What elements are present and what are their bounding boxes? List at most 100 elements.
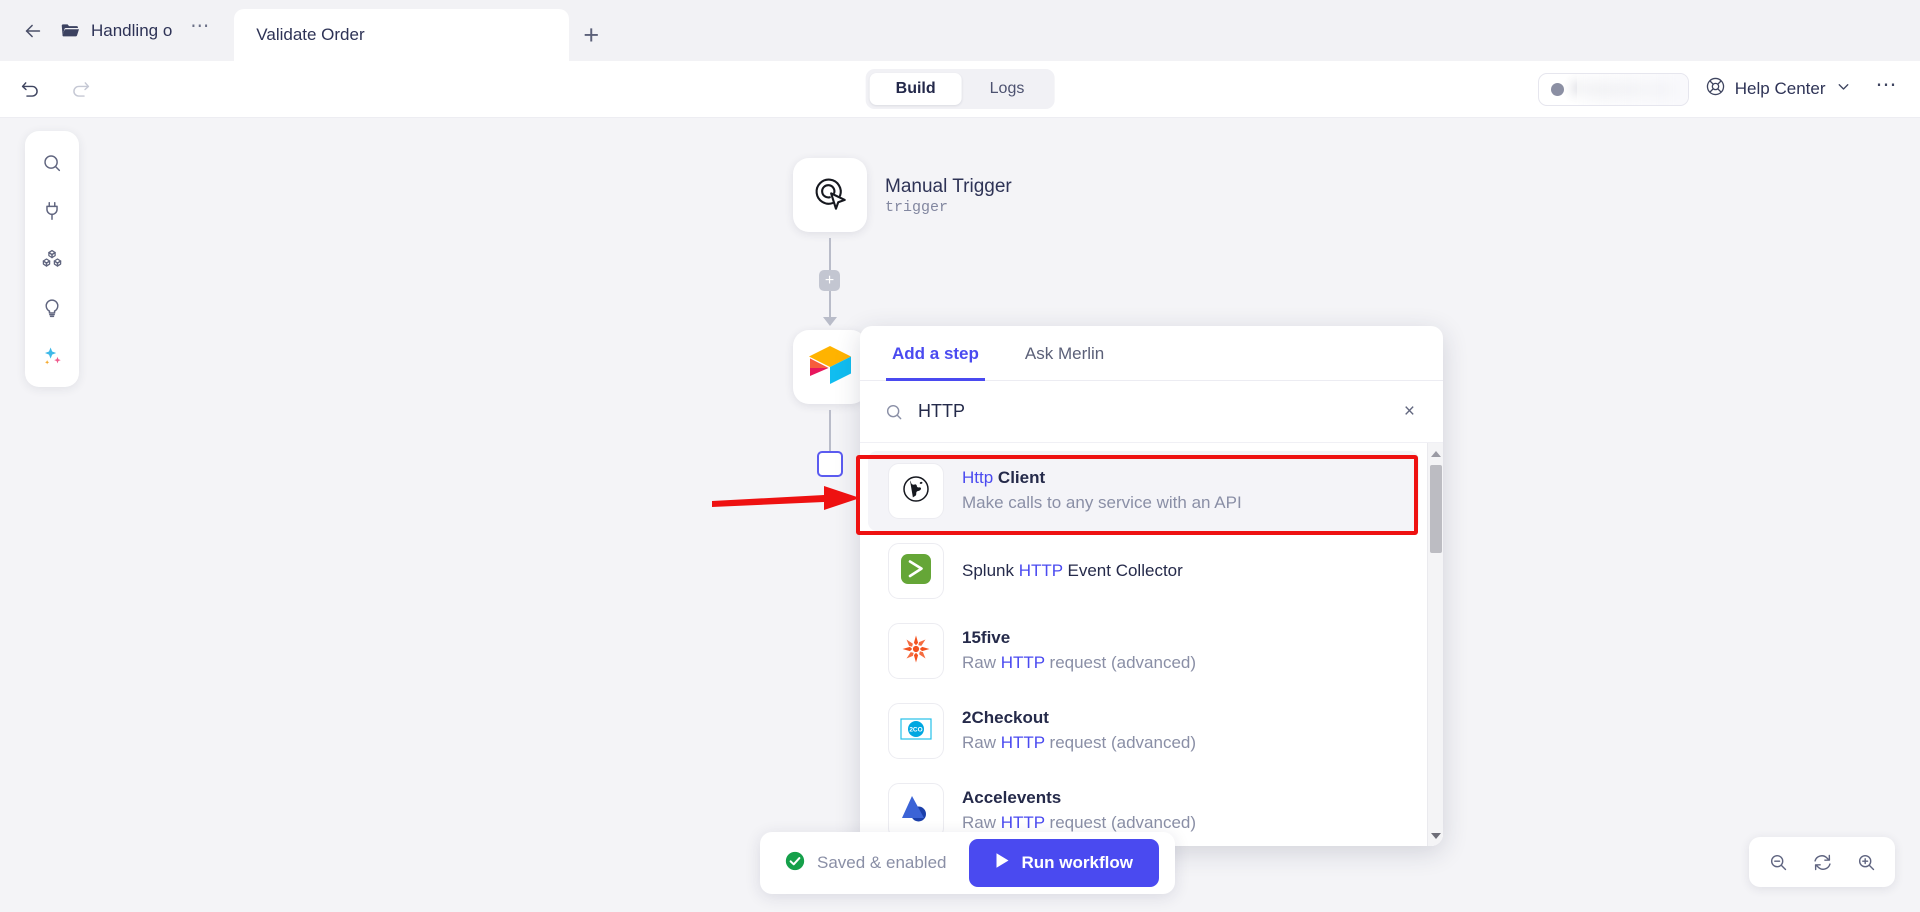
node-label-group: Manual Trigger trigger (885, 174, 1012, 217)
zoom-in-icon[interactable] (1847, 843, 1885, 881)
play-icon (995, 852, 1010, 874)
connector-line (829, 238, 831, 270)
connector-arrow-icon (823, 317, 837, 326)
results-list: Http Client Make calls to any service wi… (860, 443, 1427, 846)
tab-ask-merlin[interactable]: Ask Merlin (1019, 326, 1110, 381)
result-name: Accelevents (962, 786, 1196, 811)
result-name-prefix: 2Checkout (962, 708, 1049, 728)
result-app-icon (888, 783, 944, 839)
back-arrow-icon[interactable] (18, 16, 48, 46)
folder-name: Handling o (91, 20, 173, 40)
result-desc-match: HTTP (1000, 653, 1045, 672)
search-input[interactable] (918, 401, 1386, 422)
scroll-up-icon[interactable] (1428, 445, 1443, 462)
add-tab-button[interactable]: + (569, 9, 613, 61)
result-name-prefix: Splunk (962, 560, 1019, 580)
app-header: Build Logs Production env Help Center ⋯ (0, 61, 1920, 118)
svg-text:2CO: 2CO (909, 726, 922, 733)
chevron-down-icon (1835, 78, 1852, 100)
search-icon (884, 402, 904, 422)
result-app-icon (888, 463, 944, 519)
help-center-button[interactable]: Help Center (1705, 76, 1852, 102)
redo-icon[interactable] (66, 75, 94, 103)
close-icon[interactable]: × (1400, 397, 1419, 427)
add-node-square[interactable] (817, 451, 843, 477)
list-item[interactable]: 2CO 2Checkout Raw HTTP request (advanced… (868, 691, 1419, 771)
result-text: 2Checkout Raw HTTP request (advanced) (962, 706, 1196, 755)
canvas-zoom-controls (1749, 837, 1895, 887)
tab-build[interactable]: Build (869, 73, 962, 105)
result-desc-match: HTTP (1000, 813, 1045, 832)
result-app-icon (888, 543, 944, 599)
result-name: Http Client (962, 466, 1242, 491)
search-results: Http Client Make calls to any service wi… (860, 443, 1443, 846)
panel-search-row: × (860, 381, 1443, 443)
result-name-prefix: Accelevents (962, 788, 1062, 808)
node-subtitle: trigger (885, 199, 949, 217)
connector-add-button[interactable]: + (819, 270, 840, 291)
folder-icon (60, 20, 81, 41)
workflow-builder-app: Handling o ⋯ Validate Order + Build Logs… (0, 0, 1920, 912)
workflow-status-bar: Saved & enabled Run workflow (760, 832, 1175, 894)
workflow-canvas[interactable]: Manual Trigger trigger + Add a step Ask … (0, 118, 1920, 912)
twocheckout-icon: 2CO (900, 717, 932, 745)
help-center-label: Help Center (1734, 79, 1826, 98)
workflow-node-manual-trigger[interactable]: Manual Trigger trigger (793, 158, 1012, 232)
accelevents-icon (900, 794, 932, 829)
result-text: 15five Raw HTTP request (advanced) (962, 626, 1196, 675)
workflow-node-app[interactable] (793, 330, 867, 404)
results-scrollbar[interactable] (1427, 443, 1443, 846)
folder-breadcrumb[interactable]: Handling o (60, 20, 172, 41)
reset-view-icon[interactable] (1803, 843, 1841, 881)
result-desc-suffix: request (advanced) (1044, 733, 1197, 752)
add-step-panel: Add a step Ask Merlin × (860, 326, 1443, 846)
scroll-down-icon[interactable] (1428, 827, 1443, 844)
panel-tabs: Add a step Ask Merlin (860, 326, 1443, 381)
result-name: 2Checkout (962, 706, 1196, 731)
result-name: Splunk HTTP Event Collector (962, 559, 1183, 584)
tab-validate-order[interactable]: Validate Order (234, 9, 570, 61)
result-text: Accelevents Raw HTTP request (advanced) (962, 786, 1196, 835)
globe-icon (900, 473, 932, 510)
result-app-icon (888, 623, 944, 679)
tab-add-a-step[interactable]: Add a step (886, 326, 985, 381)
list-item[interactable]: Splunk HTTP Event Collector (868, 531, 1419, 611)
result-name: 15five (962, 626, 1196, 651)
connector-line (829, 291, 831, 319)
result-text: Http Client Make calls to any service wi… (962, 466, 1242, 515)
save-status-label: Saved & enabled (817, 853, 947, 872)
check-circle-icon (784, 850, 806, 877)
result-name-match: Http (962, 468, 994, 488)
zoom-out-icon[interactable] (1759, 843, 1797, 881)
undo-redo-group (0, 75, 94, 103)
result-name-match: HTTP (1018, 560, 1063, 580)
result-text: Splunk HTTP Event Collector (962, 559, 1183, 584)
result-name-prefix: 15five (962, 628, 1011, 648)
node-title: Manual Trigger (885, 175, 1012, 197)
node-icon-box (793, 330, 867, 404)
result-desc: Raw HTTP request (advanced) (962, 731, 1196, 756)
header-right-group: Production env Help Center ⋯ (1537, 72, 1907, 106)
folder-menu-button[interactable]: ⋯ (184, 17, 216, 40)
environment-status-dot (1550, 82, 1564, 96)
result-desc-prefix: Raw (962, 653, 1001, 672)
header-overflow-menu[interactable]: ⋯ (1868, 74, 1907, 99)
undo-icon[interactable] (16, 75, 44, 103)
result-desc-suffix: request (advanced) (1044, 653, 1197, 672)
click-target-icon (807, 170, 853, 221)
tab-logs[interactable]: Logs (964, 73, 1051, 105)
tab-strip-left: Handling o ⋯ (0, 0, 230, 61)
node-icon-box (793, 158, 867, 232)
environment-selector[interactable]: Production env (1537, 72, 1689, 106)
cube-logo-icon (806, 343, 854, 392)
fifteenfive-icon (900, 633, 932, 670)
result-name-suffix: Client (993, 468, 1046, 488)
run-workflow-button[interactable]: Run workflow (968, 839, 1159, 887)
list-item[interactable]: Http Client Make calls to any service wi… (868, 451, 1419, 531)
result-name-suffix: Event Collector (1062, 560, 1183, 580)
list-item[interactable]: 15five Raw HTTP request (advanced) (868, 611, 1419, 691)
lifebuoy-icon (1705, 76, 1726, 102)
result-desc-prefix: Raw (962, 733, 1001, 752)
result-desc: Make calls to any service with an API (962, 493, 1242, 512)
scrollbar-thumb[interactable] (1430, 465, 1442, 553)
